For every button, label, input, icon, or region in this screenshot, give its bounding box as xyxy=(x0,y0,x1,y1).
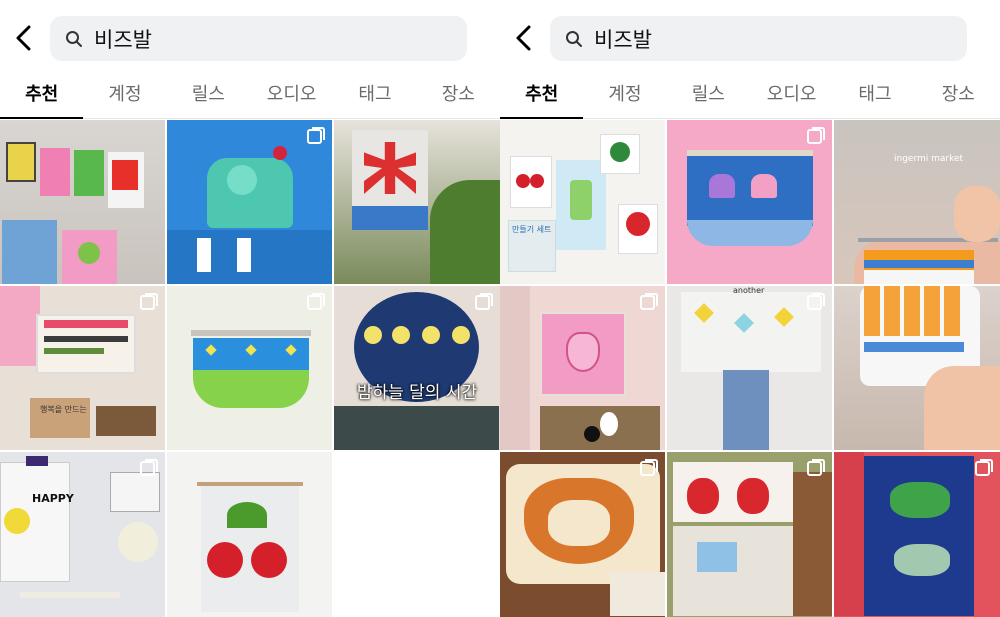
tab-reels[interactable]: 릴스 xyxy=(167,76,250,118)
carousel-icon xyxy=(307,293,325,310)
tab-audio[interactable]: 오디오 xyxy=(250,76,333,118)
search-query: 비즈발 xyxy=(594,27,652,52)
post-tile[interactable] xyxy=(834,452,1000,617)
tab-reels[interactable]: 릴스 xyxy=(667,76,750,118)
carousel-icon xyxy=(975,459,993,476)
post-tile[interactable]: 밤하늘 달의 시간 xyxy=(334,286,500,450)
tab-accounts[interactable]: 계정 xyxy=(83,76,166,118)
tab-tags[interactable]: 태그 xyxy=(833,76,916,118)
tab-tags[interactable]: 태그 xyxy=(333,76,416,118)
carousel-icon xyxy=(640,459,658,476)
post-tile[interactable]: another xyxy=(667,286,832,450)
post-tile[interactable] xyxy=(167,452,332,617)
post-tile[interactable]: HAPPY xyxy=(0,452,165,617)
chevron-left-icon xyxy=(516,25,531,51)
tab-bar: 추천 계정 릴스 오디오 태그 장소 xyxy=(500,76,1000,119)
magnifier-icon xyxy=(64,29,84,49)
tile-label: ingermi market xyxy=(894,154,964,164)
tab-accounts[interactable]: 계정 xyxy=(583,76,666,118)
right-screen: 비즈발 추천 계정 릴스 오디오 태그 장소 만들기 세트 ingermi ma… xyxy=(500,0,1000,617)
carousel-icon xyxy=(640,293,658,310)
post-tile[interactable] xyxy=(167,286,332,450)
top-bar: 비즈발 xyxy=(0,0,500,76)
carousel-icon xyxy=(140,293,158,310)
back-button[interactable] xyxy=(6,18,42,58)
carousel-icon xyxy=(807,293,825,310)
search-query: 비즈발 xyxy=(94,27,152,52)
post-tile[interactable]: ingermi market xyxy=(834,120,1000,284)
top-bar: 비즈발 xyxy=(500,0,1000,76)
tab-recommended[interactable]: 추천 xyxy=(500,76,584,119)
tile-text: HAPPY xyxy=(32,492,74,505)
post-tile[interactable] xyxy=(334,120,500,284)
carousel-icon xyxy=(307,127,325,144)
carousel-icon xyxy=(475,293,493,310)
carousel-icon xyxy=(807,459,825,476)
tab-bar: 추천 계정 릴스 오디오 태그 장소 xyxy=(0,76,500,119)
post-tile[interactable] xyxy=(500,286,665,450)
post-tile[interactable]: 행복을 만드는 xyxy=(0,286,165,450)
search-field[interactable]: 비즈발 xyxy=(550,16,967,61)
tile-label: 만들기 세트 xyxy=(512,225,552,234)
post-tile[interactable] xyxy=(834,286,1000,450)
post-tile[interactable] xyxy=(0,120,165,284)
tile-text: 행복을 만드는 xyxy=(40,405,87,414)
tile-text: another xyxy=(733,286,765,295)
results-grid: 행복을 만드는 밤하늘 달의 시간 HAPPY xyxy=(0,120,500,617)
magnifier-icon xyxy=(564,29,584,49)
post-tile[interactable] xyxy=(667,452,832,617)
carousel-icon xyxy=(807,127,825,144)
search-field[interactable]: 비즈발 xyxy=(50,16,467,61)
tab-places[interactable]: 장소 xyxy=(917,76,1000,118)
tile-caption: 밤하늘 달의 시간 xyxy=(356,383,478,403)
tab-audio[interactable]: 오디오 xyxy=(750,76,833,118)
post-tile[interactable] xyxy=(167,120,332,284)
tab-places[interactable]: 장소 xyxy=(417,76,500,118)
post-tile[interactable]: 만들기 세트 xyxy=(500,120,665,284)
left-screen: 비즈발 추천 계정 릴스 오디오 태그 장소 행복을 만드는 밤하늘 달의 시간… xyxy=(0,0,500,617)
back-button[interactable] xyxy=(506,18,542,58)
post-tile[interactable] xyxy=(500,452,665,617)
carousel-icon xyxy=(140,459,158,476)
results-grid: 만들기 세트 ingermi market another xyxy=(500,120,1000,617)
tab-recommended[interactable]: 추천 xyxy=(0,76,84,119)
chevron-left-icon xyxy=(16,25,31,51)
post-tile[interactable] xyxy=(667,120,832,284)
